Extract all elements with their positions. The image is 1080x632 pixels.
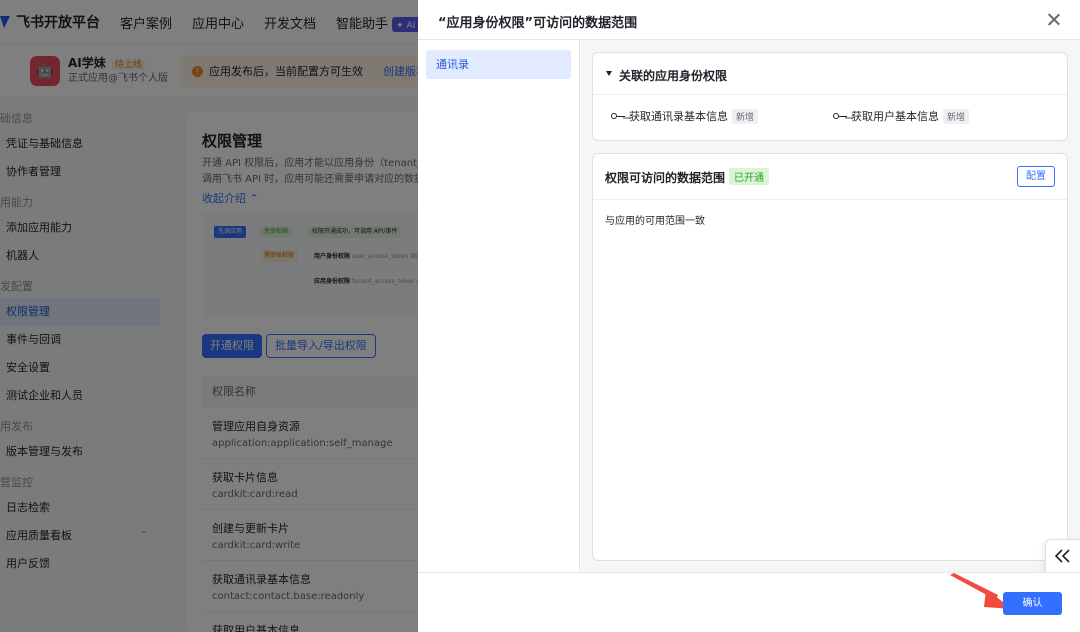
data-scope-drawer: “应用身份权限”可访问的数据范围 通讯录 关联的应用身份权限 获取通讯录基本信息… [418, 0, 1080, 632]
new-tag: 新增 [732, 108, 759, 124]
nav-item-contacts[interactable]: 通讯录 [426, 50, 571, 79]
scope-label: 获取通讯录基本信息 [629, 110, 728, 123]
linked-permissions-title: 关联的应用身份权限 [619, 69, 728, 83]
close-icon[interactable] [1044, 10, 1064, 30]
linked-permissions-card: 关联的应用身份权限 获取通讯录基本信息 新增 获取用户基本信息 新增 [592, 52, 1068, 141]
config-button[interactable]: 配置 [1017, 166, 1055, 187]
caret-down-icon [606, 71, 612, 76]
data-scope-title: 权限可访问的数据范围 [605, 171, 726, 185]
enabled-status-badge: 已开通 [729, 168, 769, 185]
drawer-side-nav: 通讯录 [418, 40, 580, 572]
data-scope-header: 权限可访问的数据范围 已开通 配置 [593, 154, 1067, 200]
new-tag: 新增 [943, 108, 970, 124]
scope-user-base: 获取用户基本信息 新增 [833, 108, 970, 124]
linked-permissions-header[interactable]: 关联的应用身份权限 [593, 53, 1067, 95]
confirm-button[interactable]: 确认 [1003, 592, 1062, 615]
drawer-header: “应用身份权限”可访问的数据范围 [418, 0, 1080, 40]
key-icon [611, 112, 625, 120]
drawer-content: 关联的应用身份权限 获取通讯录基本信息 新增 获取用户基本信息 新增 权限可访问… [581, 40, 1080, 572]
modal-mask[interactable] [0, 0, 418, 632]
scope-label: 获取用户基本信息 [851, 110, 939, 123]
drawer-title: “应用身份权限”可访问的数据范围 [438, 16, 638, 31]
scope-contact-base: 获取通讯录基本信息 新增 [611, 108, 759, 124]
key-icon [833, 112, 847, 120]
double-chevron-left-icon [1054, 549, 1070, 563]
data-scope-value: 与应用的可用范围一致 [605, 216, 705, 227]
data-scope-card: 权限可访问的数据范围 已开通 配置 与应用的可用范围一致 [592, 153, 1068, 561]
drawer-footer: 确认 [418, 572, 1080, 632]
